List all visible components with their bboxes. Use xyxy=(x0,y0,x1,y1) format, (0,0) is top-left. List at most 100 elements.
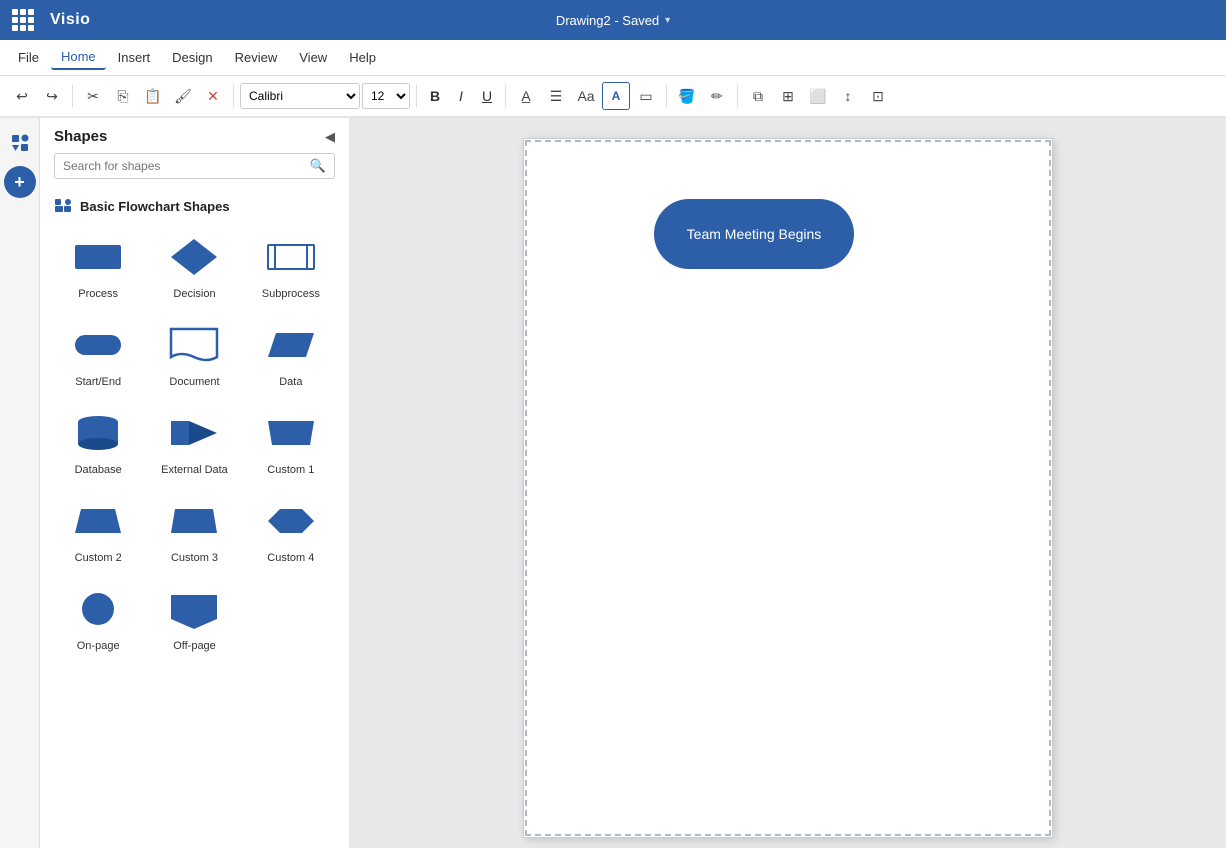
shape-offpage[interactable]: Off-page xyxy=(150,578,238,658)
font-size-combo: 12 xyxy=(362,83,410,109)
menu-bar: File Home Insert Design Review View Help xyxy=(0,40,1226,76)
separator-6 xyxy=(737,85,738,107)
search-input[interactable] xyxy=(63,159,304,173)
shape-process[interactable]: Process xyxy=(54,226,142,306)
bold-button[interactable]: B xyxy=(423,82,447,110)
shape-externaldata[interactable]: External Data xyxy=(150,402,238,482)
size-button[interactable]: ⊡ xyxy=(864,82,892,110)
shape-database-icon xyxy=(68,408,128,458)
shape-subprocess[interactable]: Subprocess xyxy=(247,226,335,306)
shape-custom2[interactable]: Custom 2 xyxy=(54,490,142,570)
menu-view[interactable]: View xyxy=(289,46,337,69)
doc-title: Drawing2 - Saved ▾ xyxy=(556,13,670,28)
shapes-panel-toggle[interactable] xyxy=(4,126,36,158)
team-meeting-shape[interactable]: Team Meeting Begins xyxy=(654,199,854,269)
shape-startend[interactable]: Start/End xyxy=(54,314,142,394)
separator-4 xyxy=(505,85,506,107)
category-name: Basic Flowchart Shapes xyxy=(80,199,230,214)
paste-button[interactable]: 📋 xyxy=(139,82,167,110)
text-box-button[interactable]: A xyxy=(602,82,630,110)
separator-1 xyxy=(72,85,73,107)
shape-startend-label: Start/End xyxy=(75,376,121,388)
arrange-button[interactable]: ⧉ xyxy=(744,82,772,110)
text-size-button[interactable]: Aa xyxy=(572,82,600,110)
cut-button[interactable]: ✂ xyxy=(79,82,107,110)
shape-custom3-label: Custom 3 xyxy=(171,552,218,564)
shapes-panel-header: Shapes ◀ xyxy=(40,118,349,153)
underline-button[interactable]: U xyxy=(475,82,499,110)
shape-data[interactable]: Data xyxy=(247,314,335,394)
canvas-area[interactable]: Team Meeting Begins xyxy=(350,118,1226,848)
position-button[interactable]: ↕ xyxy=(834,82,862,110)
shape-externaldata-label: External Data xyxy=(161,464,228,476)
shape-database-label: Database xyxy=(75,464,122,476)
shape-document-icon xyxy=(164,320,224,370)
order-button[interactable]: ⬜ xyxy=(804,82,832,110)
collapse-panel-button[interactable]: ◀ xyxy=(325,129,335,145)
shape-offpage-icon xyxy=(164,584,224,634)
menu-review[interactable]: Review xyxy=(225,46,288,69)
line-color-button[interactable]: ✏ xyxy=(703,82,731,110)
search-container: 🔍 xyxy=(40,153,349,189)
menu-design[interactable]: Design xyxy=(162,46,222,69)
copy-button[interactable]: ⎘ xyxy=(109,82,137,110)
shape-custom2-label: Custom 2 xyxy=(75,552,122,564)
shape-decision[interactable]: Decision xyxy=(150,226,238,306)
shape-document[interactable]: Document xyxy=(150,314,238,394)
add-shapes-button[interactable]: + xyxy=(4,166,36,198)
app-name: Visio xyxy=(50,11,90,29)
align-button[interactable]: ☰ xyxy=(542,82,570,110)
shape-data-icon xyxy=(261,320,321,370)
search-box: 🔍 xyxy=(54,153,335,179)
shape-offpage-label: Off-page xyxy=(173,640,216,652)
group-button[interactable]: ⊞ xyxy=(774,82,802,110)
shape-decision-icon xyxy=(164,232,224,282)
doc-title-chevron[interactable]: ▾ xyxy=(665,15,670,26)
shape-custom2-icon xyxy=(68,496,128,546)
redo-button[interactable]: ↪ xyxy=(38,82,66,110)
left-icons-panel: + xyxy=(0,118,40,848)
shape-subprocess-label: Subprocess xyxy=(262,288,320,300)
menu-file[interactable]: File xyxy=(8,46,49,69)
shape-custom4-icon xyxy=(261,496,321,546)
font-size-select[interactable]: 12 xyxy=(362,83,410,109)
shape-onpage-icon xyxy=(68,584,128,634)
shape-custom4[interactable]: Custom 4 xyxy=(247,490,335,570)
shape-process-icon xyxy=(68,232,128,282)
drawing-canvas[interactable]: Team Meeting Begins xyxy=(523,138,1053,838)
menu-home[interactable]: Home xyxy=(51,45,106,70)
shape-data-label: Data xyxy=(279,376,302,388)
shape-custom1-label: Custom 1 xyxy=(267,464,314,476)
title-bar: Visio Drawing2 - Saved ▾ xyxy=(0,0,1226,40)
font-select[interactable]: Calibri xyxy=(240,83,360,109)
format-painter-button[interactable]: 🖌 xyxy=(169,82,197,110)
shape-style-button[interactable]: ▭ xyxy=(632,82,660,110)
category-header: Basic Flowchart Shapes xyxy=(40,189,349,226)
main-content: + Shapes ◀ 🔍 Basic Flowchart Shapes xyxy=(0,118,1226,848)
shape-onpage[interactable]: On-page xyxy=(54,578,142,658)
category-icon xyxy=(54,195,72,218)
shape-custom3[interactable]: Custom 3 xyxy=(150,490,238,570)
shape-database[interactable]: Database xyxy=(54,402,142,482)
italic-button[interactable]: I xyxy=(449,82,473,110)
shape-decision-label: Decision xyxy=(173,288,215,300)
search-icon: 🔍 xyxy=(310,158,326,174)
shape-custom1[interactable]: Custom 1 xyxy=(247,402,335,482)
shape-startend-icon xyxy=(68,320,128,370)
undo-button[interactable]: ↩ xyxy=(8,82,36,110)
separator-2 xyxy=(233,85,234,107)
fill-button[interactable]: 🪣 xyxy=(673,82,701,110)
shape-process-label: Process xyxy=(78,288,118,300)
app-grid-icon[interactable] xyxy=(12,9,34,31)
shape-onpage-label: On-page xyxy=(77,640,120,652)
shape-externaldata-icon xyxy=(164,408,224,458)
clear-button[interactable]: ✕ xyxy=(199,82,227,110)
shapes-panel-title: Shapes xyxy=(54,128,107,145)
separator-3 xyxy=(416,85,417,107)
shapes-grid: Process Decision Subprocess xyxy=(40,226,349,672)
font-color-button[interactable]: A̲ xyxy=(512,82,540,110)
shape-custom3-icon xyxy=(164,496,224,546)
font-combo: Calibri xyxy=(240,83,360,109)
menu-insert[interactable]: Insert xyxy=(108,46,161,69)
menu-help[interactable]: Help xyxy=(339,46,386,69)
